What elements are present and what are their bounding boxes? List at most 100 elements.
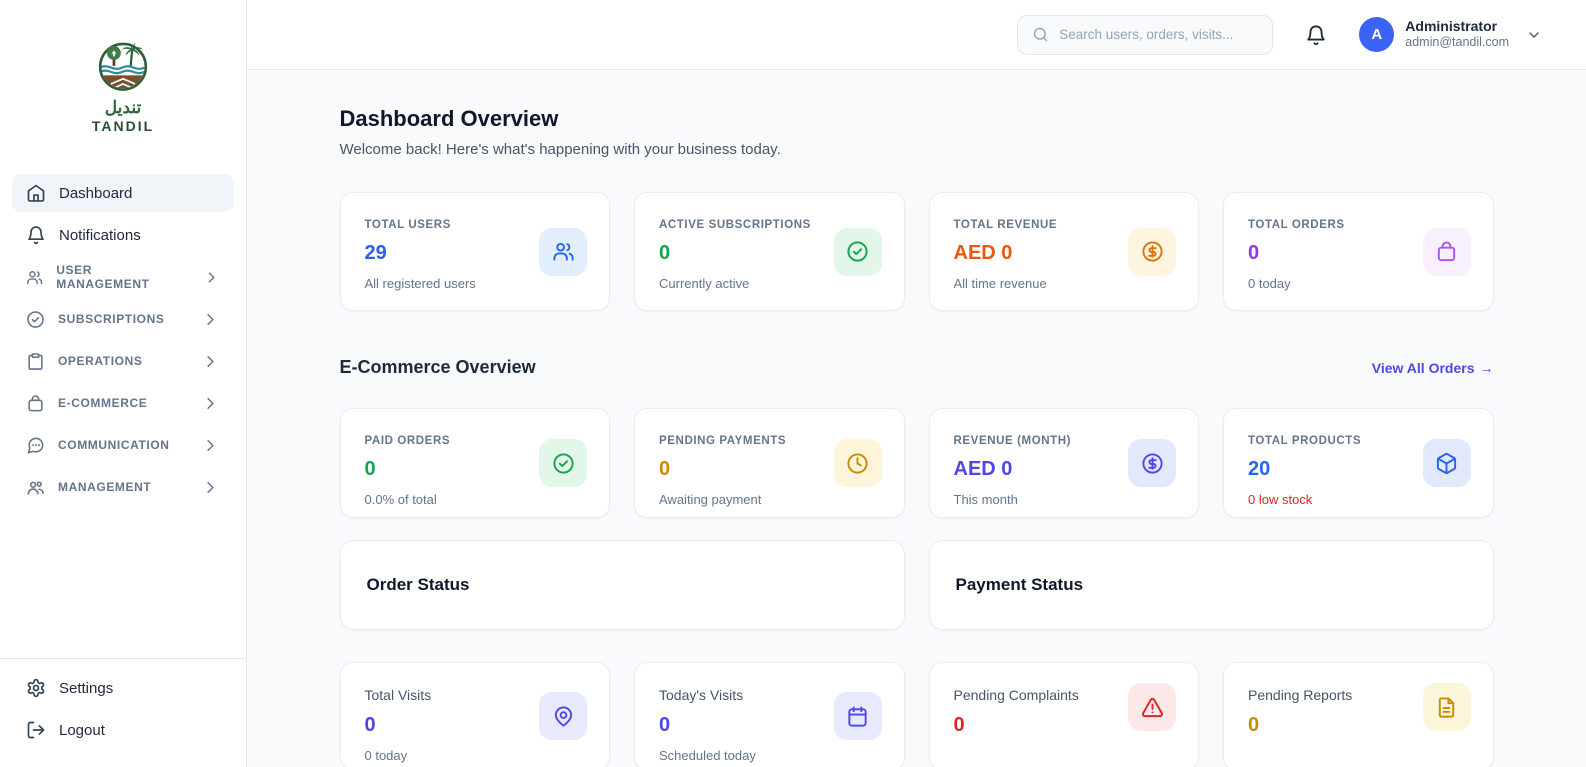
dollar-circle-icon [1141,452,1164,475]
top-header: A Administrator admin@tandil.com [247,0,1586,70]
sidebar-item-label: Notifications [59,226,141,244]
clock-icon [846,452,869,475]
page-subtitle: Welcome back! Here's what's happening wi… [339,141,781,158]
sidebar-item-management[interactable]: MANAGEMENT [12,468,234,506]
users-icon [552,240,575,263]
sidebar-item-settings[interactable]: Settings [12,669,234,707]
card-paid-orders: PAID ORDERS 0 0.0% of total [339,408,610,518]
card-revenue-month: REVENUE (MONTH) AED 0 This month [928,408,1199,518]
payment-status-panel: Payment Status [928,540,1494,630]
card-icon-chip [1128,439,1176,487]
search-icon [1032,26,1049,43]
card-pending-reports: Pending Reports 0 [1223,662,1494,767]
view-all-orders-link[interactable]: View All Orders → [1372,360,1494,376]
user-meta: Administrator admin@tandil.com [1405,18,1509,51]
user-menu[interactable]: A Administrator admin@tandil.com [1359,17,1542,52]
search-input[interactable] [1059,27,1259,42]
sidebar-item-label: MANAGEMENT [58,480,152,494]
arrow-right-icon: → [1479,359,1494,376]
card-icon-chip [1422,439,1471,487]
chat-bubble-icon [26,436,45,455]
bell-icon [1305,24,1327,46]
view-all-orders-label: View All Orders [1371,359,1475,376]
file-text-icon [1435,696,1458,719]
card-icon-chip [539,227,587,276]
chevron-right-icon [203,268,220,287]
sidebar-item-dashboard[interactable]: Dashboard [12,174,234,212]
card-total-revenue: TOTAL REVENUE AED 0 All time revenue [928,192,1199,311]
clipboard-icon [26,352,45,371]
card-pending-payments: PENDING PAYMENTS 0 Awaiting payment [634,408,905,518]
card-pending-complaints: Pending Complaints 0 [928,662,1199,767]
card-subtext: 0.0% of total [364,492,437,507]
order-status-panel: Order Status [339,540,905,630]
card-total-visits: Total Visits 0 0 today [339,662,610,767]
card-total-users: TOTAL USERS 29 All registered users [339,192,610,311]
team-icon [26,478,45,497]
visits-cards: Total Visits 0 0 today Today's Visits 0 … [339,662,1494,767]
calendar-icon [846,705,869,728]
user-name: Administrator [1405,17,1498,34]
bell-icon [26,225,46,245]
logout-icon [26,720,46,740]
home-icon [26,183,46,203]
card-subtext: This month [953,492,1018,507]
sidebar-item-logout[interactable]: Logout [12,711,234,749]
search-box[interactable] [1017,14,1274,55]
avatar: A [1359,17,1395,52]
card-icon-chip [1422,683,1471,731]
sidebar-item-user-management[interactable]: USER MANAGEMENT [12,258,234,296]
app: { "brand": { "logo_text_arabic": "تنديل"… [0,0,1586,767]
sidebar-item-label: OPERATIONS [58,354,143,368]
chevron-right-icon [201,352,220,371]
sidebar-item-label: Settings [59,679,114,697]
user-email: admin@tandil.com [1405,35,1509,50]
chevron-right-icon [201,394,220,413]
check-circle-icon [552,452,575,475]
brand-name: TANDIL [91,118,155,134]
card-subtext: Scheduled today [659,748,756,763]
card-icon-chip [1128,683,1176,731]
sidebar-item-communication[interactable]: COMMUNICATION [12,426,234,464]
card-icon-chip [833,439,882,487]
alert-triangle-icon [1141,696,1164,719]
status-panels: Order Status Payment Status [339,540,1494,630]
sidebar-footer: Settings Logout [0,658,246,767]
package-icon [1435,452,1458,475]
card-icon-chip [1128,227,1176,276]
sidebar-item-operations[interactable]: OPERATIONS [12,342,234,380]
brand-logo: تنديل TANDIL [0,34,246,134]
sidebar-item-label: USER MANAGEMENT [56,263,150,291]
chevron-right-icon [201,478,220,497]
card-total-products: TOTAL PRODUCTS 20 0 low stock [1223,408,1494,518]
panel-title: Payment Status [955,575,1084,594]
sidebar-item-notifications[interactable]: Notifications [12,216,234,254]
sidebar-item-label: Logout [59,721,105,739]
shopping-bag-icon [26,394,45,413]
ecommerce-cards: PAID ORDERS 0 0.0% of total PENDING PAYM… [339,408,1494,518]
panel-title: Order Status [366,575,470,594]
sidebar-item-subscriptions[interactable]: SUBSCRIPTIONS [12,300,234,338]
card-total-orders: TOTAL ORDERS 0 0 today [1223,192,1494,311]
card-subtext: 0 low stock [1248,492,1313,507]
sidebar-nav: Dashboard Notifications USER MANAGEMENT … [0,174,246,658]
map-pin-icon [552,705,575,728]
card-icon-chip [1422,227,1471,276]
card-subtext: 0 today [364,748,408,763]
card-subtext: All registered users [364,276,476,291]
sidebar-item-ecommerce[interactable]: E-COMMERCE [12,384,234,422]
main-area: A Administrator admin@tandil.com Dashboa… [247,0,1586,767]
tandil-palm-tree-logo-icon [98,42,148,91]
ecommerce-section-header: E-Commerce Overview View All Orders → [340,357,1494,378]
card-subtext: 0 today [1248,276,1291,291]
gear-icon [26,678,46,698]
card-subtext: Awaiting payment [659,492,762,507]
check-circle-icon [26,310,45,329]
chevron-right-icon [201,310,220,329]
card-subtext: Currently active [659,276,750,291]
notifications-button[interactable] [1305,24,1327,46]
sidebar-item-label: SUBSCRIPTIONS [58,312,165,326]
chevron-down-icon [1526,27,1542,43]
shopping-bag-icon [1435,240,1458,263]
card-todays-visits: Today's Visits 0 Scheduled today [634,662,905,767]
